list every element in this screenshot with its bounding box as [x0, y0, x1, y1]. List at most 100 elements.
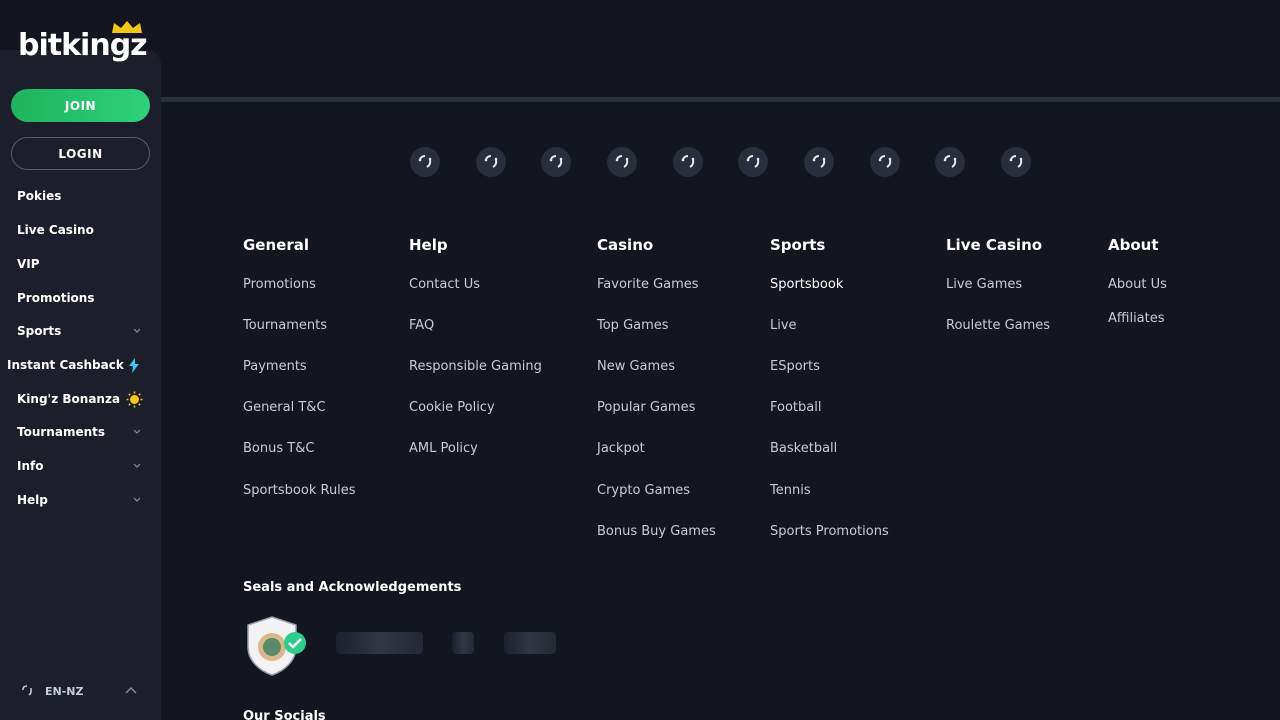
- chevron-down-icon: [133, 463, 141, 468]
- provider-logo-placeholder[interactable]: [476, 147, 506, 177]
- seals-title: Seals and Acknowledgements: [243, 580, 462, 595]
- sidebar-item-label: Sports: [17, 324, 62, 338]
- sidebar-item-label: VIP: [17, 257, 40, 271]
- footer-link[interactable]: Sportsbook Rules: [243, 483, 356, 498]
- footer-link[interactable]: Contact Us: [409, 277, 480, 292]
- column-title: Help: [409, 236, 448, 254]
- sidebar-item-promotions[interactable]: Promotions: [0, 284, 161, 312]
- chevron-down-icon: [133, 429, 141, 434]
- chevron-down-icon: [133, 497, 141, 502]
- footer-column-sports: Sports Sportsbook Live ESports Football …: [770, 236, 889, 539]
- language-label: EN-NZ: [45, 684, 84, 698]
- column-title: General: [243, 236, 309, 254]
- lightning-icon: [129, 358, 139, 373]
- footer-link[interactable]: Affiliates: [1108, 311, 1165, 326]
- footer-link[interactable]: Roulette Games: [946, 318, 1050, 333]
- column-title: About: [1108, 236, 1159, 254]
- loading-spinner-icon: [878, 155, 892, 168]
- footer-link[interactable]: Tennis: [770, 483, 811, 498]
- blurred-seal: [452, 632, 474, 654]
- socials-title: Our Socials: [243, 709, 326, 720]
- sidebar-item-vip[interactable]: VIP: [0, 250, 161, 278]
- provider-logo-placeholder[interactable]: [738, 147, 768, 177]
- footer-link[interactable]: Top Games: [597, 318, 669, 333]
- footer-link[interactable]: General T&C: [243, 400, 326, 415]
- loading-spinner-icon: [549, 155, 563, 168]
- blurred-seal: [504, 632, 556, 654]
- loading-spinner-icon: [746, 155, 760, 168]
- footer-link[interactable]: Payments: [243, 359, 307, 374]
- column-title: Casino: [597, 236, 654, 254]
- footer-link[interactable]: Live Games: [946, 277, 1022, 292]
- footer-link[interactable]: Popular Games: [597, 400, 695, 415]
- footer-link[interactable]: Football: [770, 400, 821, 415]
- footer-link[interactable]: New Games: [597, 359, 675, 374]
- loading-spinner-icon: [418, 155, 432, 168]
- sidebar-item-kingz-bonanza[interactable]: King'z Bonanza: [0, 385, 161, 413]
- sidebar-item-instant-cashback[interactable]: Instant Cashback: [0, 351, 161, 379]
- sidebar-item-label: Tournaments: [17, 425, 106, 439]
- language-selector[interactable]: EN-NZ: [20, 683, 83, 699]
- provider-logo-placeholder[interactable]: [804, 147, 834, 177]
- footer-link[interactable]: Favorite Games: [597, 277, 699, 292]
- footer-link[interactable]: ESports: [770, 359, 820, 374]
- sun-icon: [126, 391, 143, 408]
- loading-spinner-icon: [681, 155, 695, 168]
- loading-spinner-icon: [484, 155, 498, 168]
- loading-spinner-icon: [812, 155, 826, 168]
- provider-logo-placeholder[interactable]: [870, 147, 900, 177]
- provider-logo-placeholder[interactable]: [673, 147, 703, 177]
- crown-icon: [112, 21, 142, 33]
- license-seal-icon[interactable]: [244, 615, 308, 677]
- footer-column-casino: Casino Favorite Games Top Games New Game…: [597, 236, 716, 539]
- provider-logo-placeholder[interactable]: [541, 147, 571, 177]
- sidebar-item-label: Info: [17, 459, 44, 473]
- footer-link[interactable]: Crypto Games: [597, 483, 690, 498]
- footer-column-general: General Promotions Tournaments Payments …: [243, 236, 356, 498]
- footer-link[interactable]: About Us: [1108, 277, 1167, 292]
- footer-column-about: About About Us Affiliates: [1108, 236, 1167, 326]
- footer-link[interactable]: Jackpot: [597, 441, 645, 456]
- footer-link[interactable]: Tournaments: [243, 318, 327, 333]
- sidebar-item-label: Pokies: [17, 189, 62, 203]
- footer-link[interactable]: Basketball: [770, 441, 837, 456]
- sidebar-item-label: Live Casino: [17, 223, 94, 237]
- footer-link[interactable]: Cookie Policy: [409, 400, 495, 415]
- loading-spinner-icon: [1009, 155, 1023, 168]
- column-title: Sports: [770, 236, 826, 254]
- sidebar-item-pokies[interactable]: Pokies: [0, 182, 161, 210]
- login-button[interactable]: LOGIN: [11, 137, 150, 170]
- top-divider: [161, 97, 1280, 102]
- footer-link[interactable]: FAQ: [409, 318, 434, 333]
- blurred-seal: [336, 632, 423, 654]
- join-button[interactable]: JOIN: [11, 89, 150, 122]
- sidebar-item-label: King'z Bonanza: [17, 392, 121, 406]
- sidebar-item-sports[interactable]: Sports: [0, 317, 161, 345]
- provider-logo-placeholder[interactable]: [607, 147, 637, 177]
- footer-link[interactable]: Promotions: [243, 277, 316, 292]
- sidebar-item-live-casino[interactable]: Live Casino: [0, 216, 161, 244]
- footer-link[interactable]: Sports Promotions: [770, 524, 889, 539]
- footer-link[interactable]: Responsible Gaming: [409, 359, 542, 374]
- provider-logo-placeholder[interactable]: [1001, 147, 1031, 177]
- chevron-up-icon[interactable]: [125, 686, 137, 696]
- sidebar-item-label: Instant Cashback: [7, 358, 124, 372]
- footer-link[interactable]: Bonus Buy Games: [597, 524, 716, 539]
- provider-logo-placeholder[interactable]: [410, 147, 440, 177]
- sidebar-item-label: Help: [17, 493, 48, 507]
- footer-link[interactable]: Live: [770, 318, 797, 333]
- sidebar-item-tournaments[interactable]: Tournaments: [0, 418, 161, 446]
- footer-link[interactable]: Bonus T&C: [243, 441, 314, 456]
- provider-logo-placeholder[interactable]: [935, 147, 965, 177]
- footer-link[interactable]: Sportsbook: [770, 277, 843, 292]
- loading-spinner-icon: [615, 155, 629, 168]
- footer-column-live-casino: Live Casino Live Games Roulette Games: [946, 236, 1050, 333]
- footer-column-help: Help Contact Us FAQ Responsible Gaming C…: [409, 236, 542, 456]
- sidebar-item-info[interactable]: Info: [0, 452, 161, 480]
- sidebar-item-help[interactable]: Help: [0, 486, 161, 514]
- loading-spinner-icon: [22, 685, 32, 696]
- brand-logo[interactable]: bitkingz: [18, 21, 148, 63]
- footer-link[interactable]: AML Policy: [409, 441, 478, 456]
- chevron-down-icon: [133, 328, 141, 333]
- column-title: Live Casino: [946, 236, 1043, 254]
